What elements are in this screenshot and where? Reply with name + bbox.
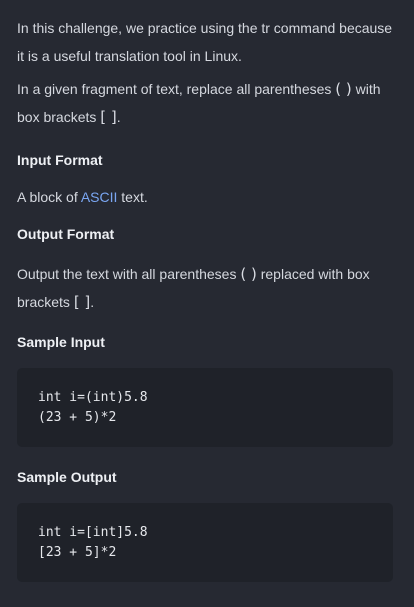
code-line: (23 + 5)*2: [38, 410, 117, 425]
output-format-paragraph: Output the text with all parentheses ( )…: [17, 260, 393, 316]
input-format-heading: Input Format: [17, 152, 103, 168]
sample-output-code-block[interactable]: int i=[int]5.8 [23 + 5]*2: [17, 503, 393, 582]
code-line: [23 + 5]*2: [38, 545, 117, 560]
output-format-after: .: [90, 294, 95, 310]
task-text-before: In a given fragment of text, replace all…: [17, 81, 336, 97]
output-format-heading: Output Format: [17, 226, 115, 242]
task-text-after: .: [116, 109, 121, 125]
input-format-paragraph: A block of ASCII text.: [17, 188, 393, 206]
problem-statement: In this challenge, we practice using the…: [0, 0, 414, 582]
parentheses-symbol: ( ): [335, 80, 352, 98]
sample-input-code-block[interactable]: int i=(int)5.8 (23 + 5)*2: [17, 368, 393, 447]
sample-input-heading: Sample Input: [17, 334, 105, 350]
sample-output-heading: Sample Output: [17, 469, 117, 485]
parentheses-symbol: ( ): [240, 265, 257, 283]
brackets-symbol: [ ]: [100, 108, 117, 126]
code-line: int i=(int)5.8: [38, 390, 148, 405]
input-format-after: text.: [117, 189, 148, 205]
input-format-before: A block of: [17, 189, 81, 205]
task-paragraph: In a given fragment of text, replace all…: [17, 75, 393, 131]
brackets-symbol: [ ]: [73, 293, 91, 311]
ascii-link[interactable]: ASCII: [81, 189, 118, 205]
output-format-before: Output the text with all parentheses: [17, 266, 241, 282]
intro-paragraph: In this challenge, we practice using the…: [17, 20, 393, 64]
code-line: int i=[int]5.8: [38, 525, 148, 540]
